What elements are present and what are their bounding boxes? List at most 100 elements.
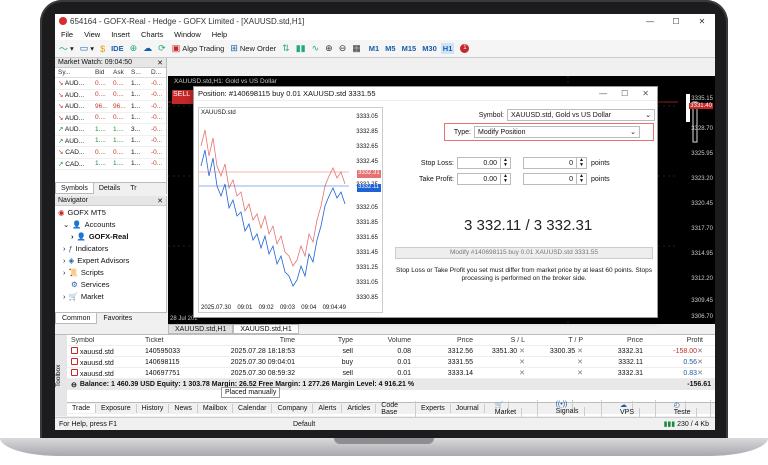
stoploss-input[interactable]: 0.00: [457, 157, 501, 169]
close-icon[interactable]: ✕: [642, 89, 649, 98]
minimize-icon[interactable]: —: [599, 89, 607, 98]
bars-icon[interactable]: ⇅: [282, 43, 290, 54]
col-price[interactable]: Price: [411, 337, 473, 344]
symbol-select[interactable]: XAUUSD.std, Gold vs US Dollar ⌄: [507, 109, 655, 121]
cloud-icon[interactable]: ☁: [143, 43, 152, 54]
chart-type-icon[interactable]: 〜 ▾: [59, 42, 74, 55]
col-type[interactable]: Type: [295, 337, 353, 344]
tf-m30[interactable]: M30: [420, 43, 439, 54]
tab-common[interactable]: Common: [55, 313, 98, 324]
tab-journal[interactable]: Journal: [451, 404, 485, 413]
chart-tab[interactable]: XAUUSD.std,H1: [168, 324, 234, 334]
market-watch-row[interactable]: ↘ AUD... 0.... 0.... 1... -0...: [55, 78, 166, 90]
col-time[interactable]: Time: [205, 337, 295, 344]
sync-icon[interactable]: ⟳: [158, 43, 166, 54]
tab-trade[interactable]: Trade: [67, 404, 97, 413]
stoploss-spinner[interactable]: ▲ ▼: [501, 157, 511, 169]
collapse-icon[interactable]: ⊖: [67, 381, 77, 389]
toolbox-label[interactable]: Toolbox: [55, 335, 67, 416]
minimize-icon[interactable]: —: [637, 17, 663, 26]
nav-experts[interactable]: › ◈ Expert Advisors: [55, 254, 166, 266]
close-icon[interactable]: ✕: [157, 59, 163, 67]
tab-trading[interactable]: Tr: [125, 183, 141, 194]
menu-file[interactable]: File: [61, 30, 73, 39]
tab-articles[interactable]: Articles: [342, 404, 377, 413]
close-position-icon[interactable]: ✕: [697, 347, 703, 355]
col-daily[interactable]: D...: [151, 69, 161, 76]
tab-symbols[interactable]: Symbols: [55, 183, 94, 194]
trade-tp[interactable]: 3300.35: [550, 348, 575, 355]
new-order-button[interactable]: ⊞ New Order: [230, 43, 276, 54]
notification-icon[interactable]: 1: [460, 44, 470, 53]
tab-codebase[interactable]: Code Base: [376, 400, 417, 417]
col-tp[interactable]: T / P: [525, 337, 583, 344]
candles-icon[interactable]: ▮▮: [296, 43, 306, 54]
market-icon[interactable]: $: [100, 44, 105, 54]
zoom-out-icon[interactable]: ⊖: [339, 43, 347, 54]
menu-charts[interactable]: Charts: [141, 30, 163, 39]
market-watch-row[interactable]: ↗ AUD... 1.... 1.... 3... -0...: [55, 124, 166, 136]
col-symbol[interactable]: Symbol: [67, 337, 145, 344]
nav-services[interactable]: ⚙ Services: [55, 278, 166, 290]
tf-m15[interactable]: M15: [400, 43, 419, 54]
table-row[interactable]: xauusd.std 140698115 2025.07.30 09:04:01 bu…: [67, 357, 715, 368]
nav-market[interactable]: › 🛒 Market: [55, 290, 166, 302]
col-bid[interactable]: Bid: [95, 69, 113, 76]
tab-experts[interactable]: Experts: [416, 404, 451, 413]
zoom-in-icon[interactable]: ⊕: [325, 43, 333, 54]
modify-button[interactable]: Modify #140698115 buy 0.01 XAUUSD.std 33…: [395, 247, 653, 259]
chart-tab-active[interactable]: XAUUSD.std,H1: [233, 324, 299, 334]
tab-vps[interactable]: ☁ VPS: [610, 400, 656, 417]
takeprofit-points-spinner[interactable]: ▲ ▼: [577, 173, 587, 185]
tab-details[interactable]: Details: [94, 183, 125, 194]
col-spread[interactable]: S...: [131, 69, 151, 76]
menu-help[interactable]: Help: [212, 30, 227, 39]
market-watch-row[interactable]: ↘ CAD... 0.... 0.... 1... -0...: [55, 147, 166, 159]
col-ticket[interactable]: Ticket: [145, 337, 205, 344]
stoploss-points-spinner[interactable]: ▲ ▼: [577, 157, 587, 169]
tab-exposure[interactable]: Exposure: [96, 404, 137, 413]
type-select[interactable]: Modify Position ⌄: [474, 126, 640, 138]
market-watch-row[interactable]: ↘ AUD... 96... 96... 1... -0...: [55, 101, 166, 113]
nav-accounts[interactable]: ⌄ 👤 Accounts: [55, 218, 166, 230]
grid-icon[interactable]: ▦: [352, 43, 361, 54]
tf-h1[interactable]: H1: [440, 43, 455, 54]
algo-trading-button[interactable]: ▣ Algo Trading: [172, 43, 225, 54]
tab-calendar[interactable]: Calendar: [233, 404, 273, 413]
maximize-icon[interactable]: ☐: [621, 89, 628, 98]
col-profit[interactable]: Profit: [643, 337, 703, 344]
menu-insert[interactable]: Insert: [111, 30, 130, 39]
tab-alerts[interactable]: Alerts: [313, 404, 343, 413]
trade-sl[interactable]: 3351.30: [492, 348, 517, 355]
table-row[interactable]: xauusd.std 140697751 2025.07.30 08:59:32 se…: [67, 368, 715, 379]
tf-m5[interactable]: M5: [383, 43, 397, 54]
close-position-icon[interactable]: ✕: [697, 358, 703, 366]
new-chart-icon[interactable]: ▭ ▾: [80, 43, 94, 54]
close-icon[interactable]: ✕: [689, 17, 715, 26]
tab-company[interactable]: Company: [272, 404, 314, 413]
maximize-icon[interactable]: ☐: [663, 17, 689, 26]
tab-mailbox[interactable]: Mailbox: [198, 404, 234, 413]
col-ask[interactable]: Ask: [113, 69, 131, 76]
col-volume[interactable]: Volume: [353, 337, 411, 344]
line-icon[interactable]: ∿: [312, 43, 320, 54]
market-watch-row[interactable]: ↘ AUD... 0.... 0.... 1... -0...: [55, 113, 166, 124]
tab-history[interactable]: History: [137, 404, 170, 413]
close-icon[interactable]: ✕: [157, 197, 163, 205]
col-current-price[interactable]: Price: [583, 337, 643, 344]
menu-view[interactable]: View: [84, 30, 100, 39]
market-watch-row[interactable]: ↗ CAD... 1.... 1.... 1... -0...: [55, 159, 166, 170]
close-position-icon[interactable]: ✕: [697, 369, 703, 377]
takeprofit-input[interactable]: 0.00: [457, 173, 501, 185]
table-row[interactable]: xauusd.std 140595033 2025.07.28 18:18:53 se…: [67, 346, 715, 357]
market-watch-row[interactable]: ↗ AUD... 1.... 1.... 1... -0...: [55, 136, 166, 147]
nav-scripts[interactable]: › 📜 Scripts: [55, 266, 166, 278]
signal-icon[interactable]: ⊕: [130, 43, 138, 54]
nav-root[interactable]: ◉ GOFX MT5: [55, 206, 166, 218]
stoploss-points-input[interactable]: 0: [523, 157, 577, 169]
col-sl[interactable]: S / L: [473, 337, 525, 344]
tab-favorites[interactable]: Favorites: [97, 313, 138, 324]
tab-news[interactable]: News: [169, 404, 198, 413]
tab-signals[interactable]: ((•)) Signals: [546, 400, 602, 417]
menu-window[interactable]: Window: [174, 30, 201, 39]
